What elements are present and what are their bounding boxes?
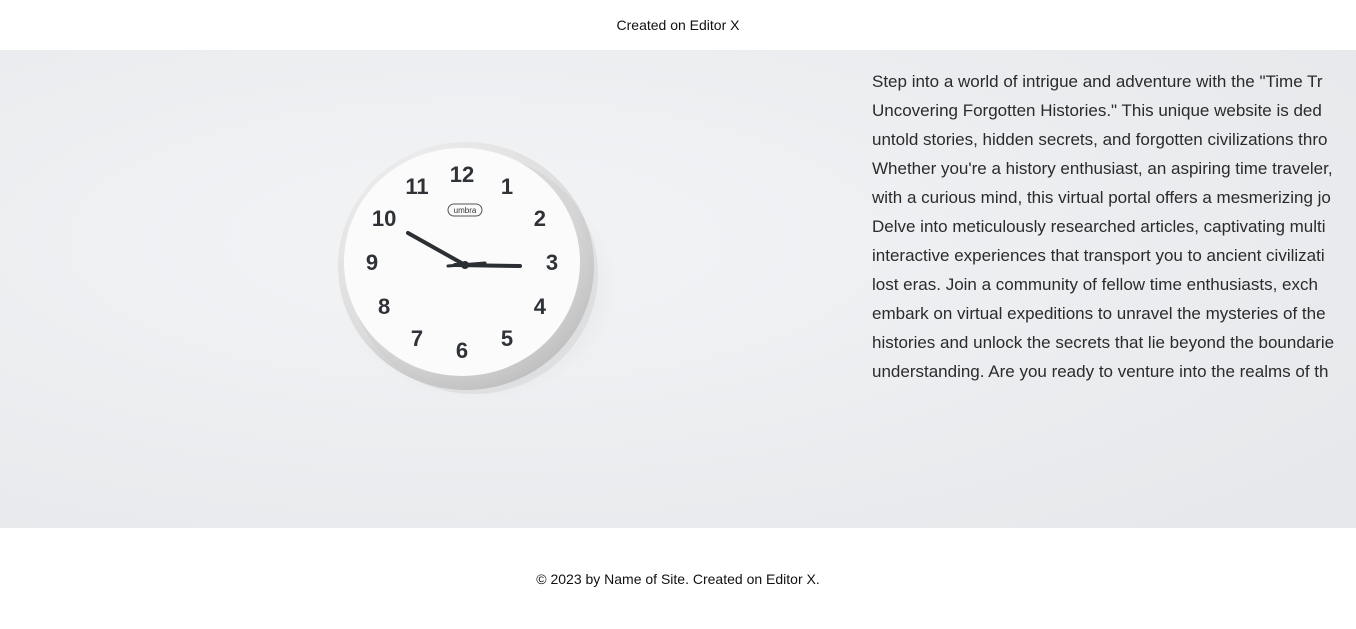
created-on-editor-x-link[interactable]: Created on Editor X	[617, 17, 740, 33]
clock-number: 9	[366, 250, 378, 275]
hero-text-line: Uncovering Forgotten Histories." This un…	[872, 101, 1322, 120]
hero-text-line: lost eras. Join a community of fellow ti…	[872, 275, 1318, 294]
clock-number: 7	[411, 326, 423, 351]
hero-text-line: Delve into meticulously researched artic…	[872, 217, 1326, 236]
hero-text-line: embark on virtual expeditions to unravel…	[872, 304, 1326, 323]
clock-number: 6	[456, 338, 468, 363]
hero-text-line: Whether you're a history enthusiast, an …	[872, 159, 1333, 178]
footer-separator: .	[685, 570, 693, 587]
clock-number: 2	[534, 206, 546, 231]
hero-text-line: with a curious mind, this virtual portal…	[872, 188, 1331, 207]
page: Created on Editor X 12 1 2 3 4 5 6 7 8 9…	[0, 0, 1356, 629]
clock-number: 8	[378, 294, 390, 319]
copyright-text: © 2023 by Name of Site	[536, 570, 686, 587]
top-bar: Created on Editor X	[0, 0, 1356, 50]
hero-text-line: Step into a world of intrigue and advent…	[872, 72, 1323, 91]
clock-number: 12	[450, 162, 474, 187]
hero-text-line: interactive experiences that transport y…	[872, 246, 1325, 265]
clock-number: 11	[405, 174, 428, 199]
hero-section: 12 1 2 3 4 5 6 7 8 9 10 11 umbra Step into a world …	[0, 50, 1356, 528]
clock-number: 5	[501, 326, 513, 351]
clock-number: 4	[534, 294, 547, 319]
clock-number: 1	[501, 174, 513, 199]
footer-created-on-link[interactable]: Created on Editor X.	[693, 571, 820, 587]
footer: © 2023 by Name of Site. Created on Edito…	[0, 528, 1356, 629]
hero-text-line: histories and unlock the secrets that li…	[872, 333, 1335, 352]
hero-text-line: understanding. Are you ready to venture …	[872, 362, 1329, 381]
clock-brand: umbra	[454, 206, 477, 215]
clock-number: 3	[546, 250, 558, 275]
hero-text-line: untold stories, hidden secrets, and forg…	[872, 130, 1328, 149]
hero-description: Step into a world of intrigue and advent…	[872, 67, 1356, 386]
clock-number: 10	[372, 206, 396, 231]
